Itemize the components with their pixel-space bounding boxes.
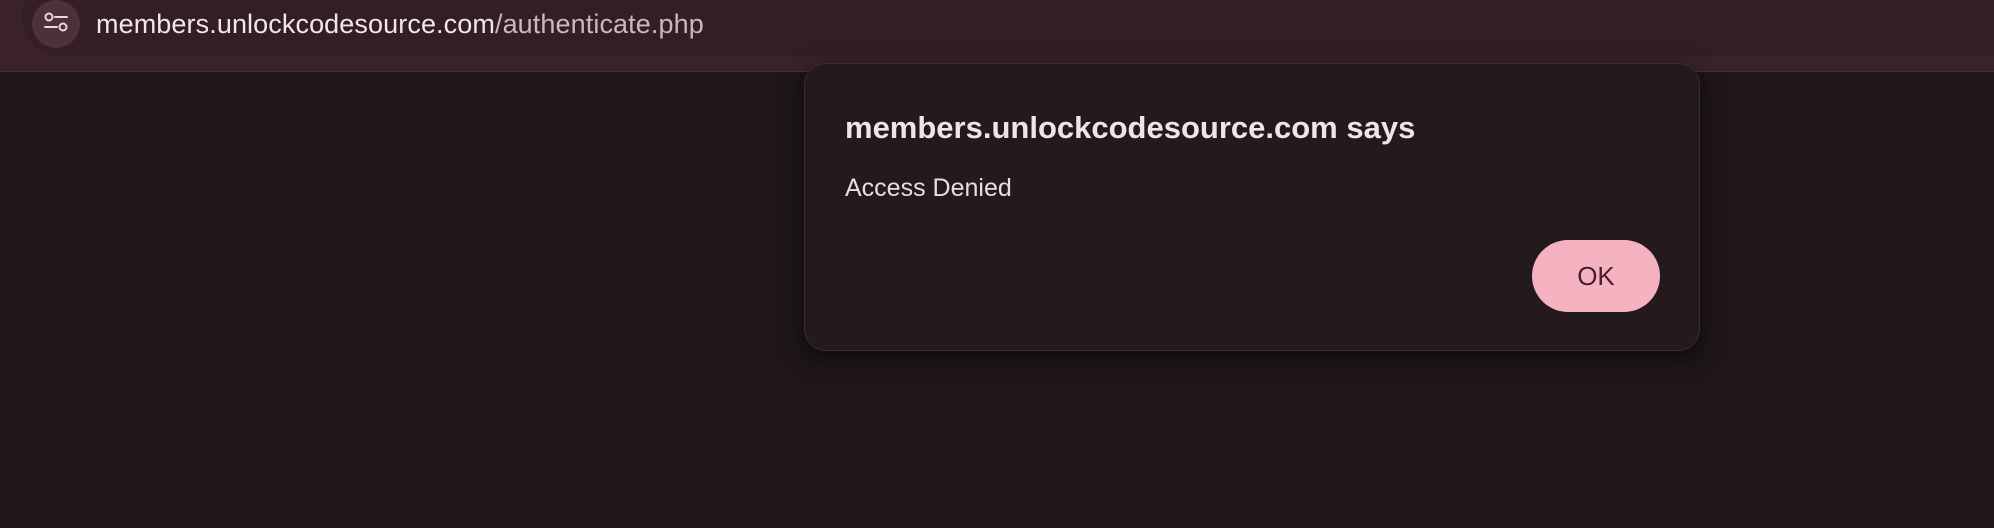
browser-toolbar: members.unlockcodesource.com/authenticat… <box>0 0 1994 72</box>
url-host: members.unlockcodesource.com <box>96 9 495 39</box>
ok-button[interactable]: OK <box>1532 240 1660 312</box>
url-path: /authenticate.php <box>494 9 704 39</box>
dialog-title: members.unlockcodesource.com says <box>845 110 1416 145</box>
site-info-button[interactable] <box>32 0 80 48</box>
tune-icon <box>42 10 70 39</box>
url-text[interactable]: members.unlockcodesource.com/authenticat… <box>96 9 704 40</box>
dialog-message: Access Denied <box>845 174 1012 202</box>
alert-dialog: members.unlockcodesource.com says Access… <box>804 63 1700 351</box>
